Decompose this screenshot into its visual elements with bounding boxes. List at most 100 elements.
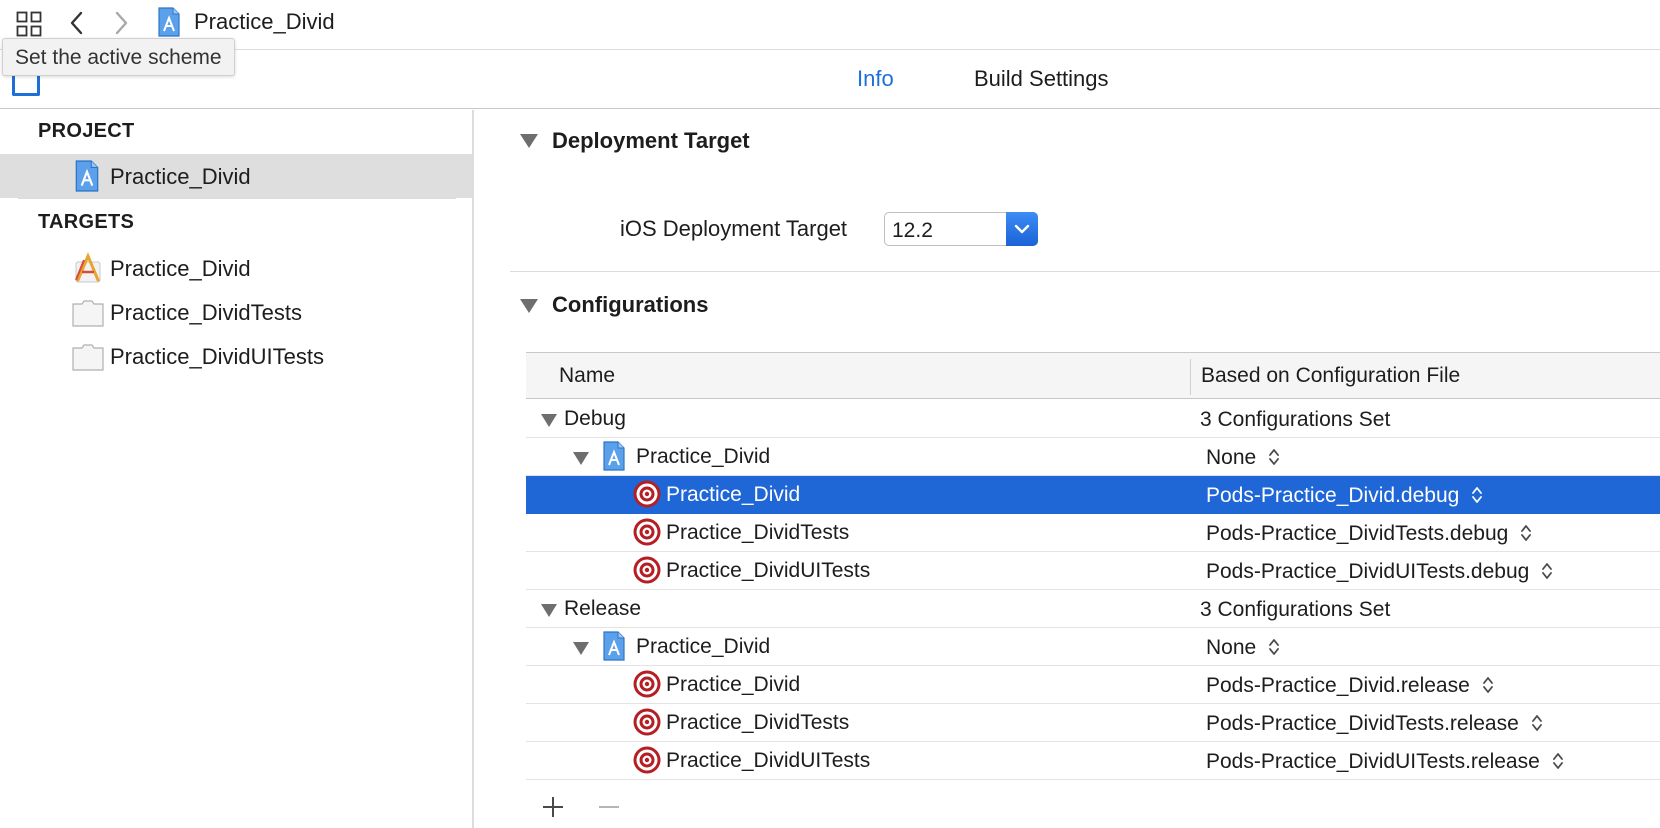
target-icon (632, 517, 662, 547)
row-value: 3 Configurations Set (1200, 598, 1391, 621)
editor-tab-bar: Info Build Settings (0, 50, 1660, 109)
config-file-popup[interactable]: Pods-Practice_Divid.release (1206, 674, 1494, 698)
column-header-name[interactable]: Name (559, 364, 615, 388)
disclosure-triangle-icon[interactable] (573, 452, 589, 465)
app-target-icon (75, 252, 101, 283)
up-down-arrows-icon (1520, 524, 1532, 542)
popup-value: Pods-Practice_Divid.release (1206, 674, 1470, 697)
tab-build-settings[interactable]: Build Settings (974, 66, 1109, 92)
chevron-down-icon[interactable] (1006, 212, 1038, 246)
table-row[interactable]: Practice_DividUITests Pods-Practice_Divi… (526, 552, 1660, 590)
config-file-popup[interactable]: Pods-Practice_DividUITests.debug (1206, 560, 1553, 584)
info-editor: Deployment Target iOS Deployment Target … (476, 110, 1660, 828)
popup-value: None (1206, 636, 1257, 659)
project-targets-sidebar: PROJECT Practice_Divid TARGETS Practice_… (0, 110, 474, 828)
disclosure-triangle-icon[interactable] (541, 604, 557, 617)
up-down-arrows-icon (1531, 714, 1543, 732)
ios-deployment-target-label: iOS Deployment Target (620, 216, 848, 241)
back-arrow-icon[interactable] (66, 8, 88, 38)
row-name: Practice_Divid (666, 673, 801, 696)
sidebar-item-label: Practice_Divid (110, 164, 251, 189)
config-file-popup[interactable]: None (1206, 636, 1280, 660)
table-row[interactable]: Practice_Divid None (526, 438, 1660, 476)
up-down-arrows-icon (1482, 676, 1494, 694)
target-icon (632, 669, 662, 699)
table-row[interactable]: Release 3 Configurations Set (526, 590, 1660, 628)
row-value: 3 Configurations Set (1200, 408, 1391, 431)
row-name: Practice_Divid (636, 635, 771, 658)
config-file-popup[interactable]: Pods-Practice_DividTests.debug (1206, 522, 1532, 546)
disclosure-triangle-icon[interactable] (573, 642, 589, 655)
popup-value: Pods-Practice_DividUITests.debug (1206, 560, 1530, 583)
disclosure-triangle-icon[interactable] (520, 134, 538, 148)
row-name: Release (564, 597, 642, 620)
forward-arrow-icon[interactable] (110, 8, 132, 38)
tooltip: Set the active scheme (2, 38, 235, 76)
table-row-selected[interactable]: Practice_Divid Pods-Practice_Divid.debug (526, 476, 1660, 514)
table-header: Name Based on Configuration File (526, 353, 1660, 399)
sidebar-item-target-app[interactable]: Practice_Divid (0, 246, 472, 290)
sidebar-item-project[interactable]: Practice_Divid (0, 154, 472, 198)
test-bundle-icon (72, 344, 104, 371)
tab-info[interactable]: Info (857, 66, 894, 92)
config-file-popup[interactable]: Pods-Practice_DividTests.release (1206, 712, 1543, 736)
table-row[interactable]: Practice_DividTests Pods-Practice_DividT… (526, 704, 1660, 742)
jump-bar: Practice_Divid (0, 0, 1660, 50)
related-items-icon[interactable] (16, 11, 42, 37)
row-name: Practice_Divid (636, 445, 771, 468)
remove-configuration-icon[interactable] (596, 794, 622, 820)
target-icon (632, 707, 662, 737)
sidebar-item-label: Practice_Divid (110, 256, 251, 281)
config-file-popup[interactable]: None (1206, 446, 1280, 470)
add-configuration-icon[interactable] (540, 794, 566, 820)
sidebar-item-label: Practice_DividUITests (110, 344, 324, 369)
popup-value: None (1206, 446, 1257, 469)
project-file-icon (157, 7, 181, 37)
table-row[interactable]: Debug 3 Configurations Set (526, 400, 1660, 438)
table-row[interactable]: Practice_Divid None (526, 628, 1660, 666)
project-section-header: PROJECT (38, 120, 135, 142)
sidebar-item-target-uitests[interactable]: Practice_DividUITests (0, 334, 472, 378)
project-file-icon (74, 160, 100, 192)
column-separator[interactable] (1190, 359, 1191, 395)
sidebar-item-target-tests[interactable]: Practice_DividTests (0, 290, 472, 334)
popup-value: Pods-Practice_DividTests.release (1206, 712, 1519, 735)
up-down-arrows-icon (1541, 562, 1553, 580)
up-down-arrows-icon (1471, 486, 1483, 504)
divider (510, 271, 1660, 272)
row-name: Practice_DividTests (666, 711, 850, 734)
project-file-icon (602, 441, 626, 471)
popup-value: 12.2 (892, 219, 933, 242)
up-down-arrows-icon (1268, 638, 1280, 656)
row-name: Practice_DividTests (666, 521, 850, 544)
row-name: Practice_DividUITests (666, 749, 871, 772)
target-icon (632, 745, 662, 775)
jump-bar-title[interactable]: Practice_Divid (194, 9, 335, 35)
ios-deployment-target-popup[interactable]: 12.2 (884, 212, 1038, 246)
configurations-table: Name Based on Configuration File Debug 3… (526, 352, 1660, 794)
deployment-target-title: Deployment Target (552, 128, 750, 153)
targets-section-header: TARGETS (38, 211, 135, 233)
column-header-config-file[interactable]: Based on Configuration File (1201, 364, 1460, 388)
popup-value: Pods-Practice_DividUITests.release (1206, 750, 1540, 773)
config-file-popup[interactable]: Pods-Practice_DividUITests.release (1206, 750, 1564, 774)
row-name: Debug (564, 407, 626, 430)
up-down-arrows-icon (1552, 752, 1564, 770)
row-name: Practice_Divid (666, 483, 801, 506)
popup-value: Pods-Practice_DividTests.debug (1206, 522, 1509, 545)
project-file-icon (602, 631, 626, 661)
config-file-popup[interactable]: Pods-Practice_Divid.debug (1206, 484, 1483, 508)
table-row[interactable]: Practice_DividUITests Pods-Practice_Divi… (526, 742, 1660, 780)
target-icon (632, 479, 662, 509)
table-row[interactable]: Practice_DividTests Pods-Practice_DividT… (526, 514, 1660, 552)
sidebar-item-label: Practice_DividTests (110, 300, 302, 325)
configurations-title: Configurations (552, 292, 709, 317)
test-bundle-icon (72, 300, 104, 327)
popup-value: Pods-Practice_Divid.debug (1206, 484, 1460, 507)
target-icon (632, 555, 662, 585)
table-row[interactable]: Practice_Divid Pods-Practice_Divid.relea… (526, 666, 1660, 704)
disclosure-triangle-icon[interactable] (541, 414, 557, 427)
disclosure-triangle-icon[interactable] (520, 299, 538, 313)
up-down-arrows-icon (1268, 448, 1280, 466)
row-name: Practice_DividUITests (666, 559, 871, 582)
